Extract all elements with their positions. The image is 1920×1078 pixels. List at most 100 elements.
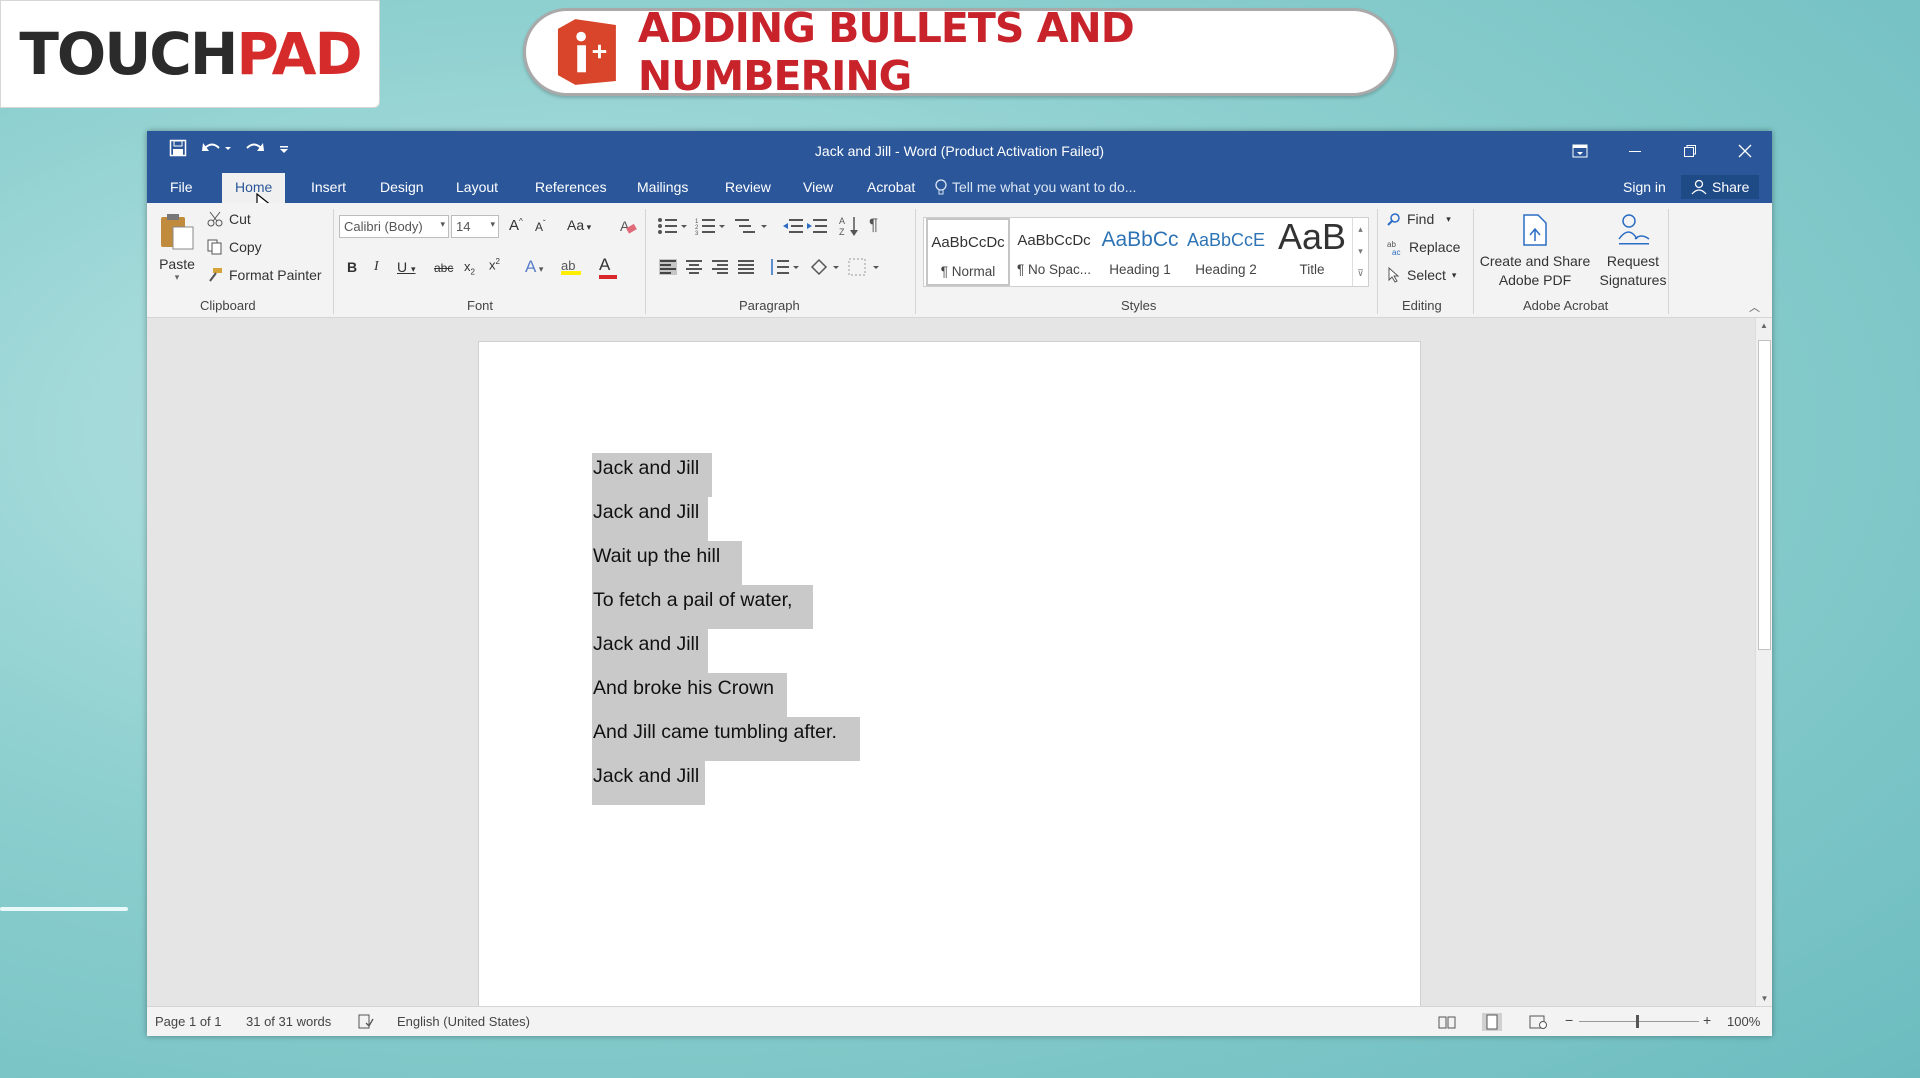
close-icon[interactable]	[1717, 131, 1772, 171]
tab-file[interactable]: File	[170, 179, 193, 195]
share-label: Share	[1712, 179, 1750, 195]
bullets-icon[interactable]	[657, 217, 687, 235]
numbering-icon[interactable]: 123	[695, 217, 725, 235]
document-line[interactable]: And broke his Crown	[592, 673, 787, 717]
document-title: Jack and Jill - Word (Product Activation…	[814, 143, 1105, 159]
document-line[interactable]: And Jill came tumbling after.	[592, 717, 860, 761]
document-line[interactable]: Jack and Jill	[592, 761, 705, 805]
align-left-icon[interactable]	[659, 259, 677, 275]
document-page[interactable]: Jack and Jill Jack and Jill Wait up the …	[478, 341, 1421, 1006]
request-signatures-button[interactable]: Request Signatures	[1593, 213, 1673, 290]
collapse-ribbon-icon[interactable]: ︿	[1749, 299, 1760, 315]
multilevel-list-icon[interactable]	[735, 217, 767, 235]
align-right-icon[interactable]	[711, 259, 729, 275]
ribbon-display-icon[interactable]	[1552, 131, 1607, 171]
highlight-button[interactable]: ab	[561, 257, 581, 275]
page-count[interactable]: Page 1 of 1	[155, 1014, 222, 1029]
grow-font-button[interactable]: A^	[509, 217, 523, 234]
format-painter-button[interactable]: Format Painter	[207, 267, 322, 283]
line-spacing-icon[interactable]	[769, 257, 799, 277]
lesson-title-banner: ADDING BULLETS AND NUMBERING	[523, 4, 1397, 100]
font-name-combo[interactable]: Calibri (Body) ▾	[339, 215, 449, 238]
print-layout-icon[interactable]	[1482, 1013, 1502, 1031]
tab-design[interactable]: Design	[380, 179, 424, 195]
subscript-button[interactable]: x2	[464, 259, 475, 277]
copy-icon	[207, 239, 222, 255]
cut-button[interactable]: Cut	[207, 211, 251, 227]
zoom-slider-thumb[interactable]	[1636, 1015, 1639, 1028]
replace-button[interactable]: ab ac Replace	[1387, 239, 1460, 255]
style-title[interactable]: AaB Title	[1270, 216, 1354, 286]
underline-button[interactable]: U ▾	[397, 259, 416, 275]
justify-icon[interactable]	[737, 259, 755, 275]
touchpad-logo: TOUCHPAD	[0, 0, 380, 108]
tab-review[interactable]: Review	[725, 179, 771, 195]
document-line[interactable]: Wait up the hill	[592, 541, 742, 585]
scroll-thumb[interactable]	[1758, 340, 1771, 650]
tab-view[interactable]: View	[803, 179, 833, 195]
pilcrow-icon[interactable]: ¶	[869, 215, 878, 235]
tab-mailings[interactable]: Mailings	[637, 179, 688, 195]
style-normal[interactable]: AaBbCcDc ¶ Normal	[926, 218, 1010, 286]
sign-in-link[interactable]: Sign in	[1623, 179, 1666, 195]
scroll-down-arrow[interactable]: ▼	[1756, 994, 1772, 1003]
align-center-icon[interactable]	[685, 259, 703, 275]
zoom-out-button[interactable]: −	[1565, 1012, 1573, 1028]
tab-references[interactable]: References	[535, 179, 607, 195]
find-button[interactable]: Find ▾	[1387, 211, 1451, 227]
tell-me-search[interactable]: Tell me what you want to do...	[952, 179, 1136, 195]
tab-insert[interactable]: Insert	[311, 179, 346, 195]
lesson-title: ADDING BULLETS AND NUMBERING	[637, 4, 1135, 100]
styles-scroll[interactable]: ▴ ▾ ⊽	[1352, 218, 1368, 286]
bold-button[interactable]: B	[347, 259, 357, 275]
paste-button[interactable]: Paste ▾	[157, 211, 197, 283]
minimize-icon[interactable]	[1607, 131, 1662, 171]
tab-layout[interactable]: Layout	[456, 179, 498, 195]
sort-icon[interactable]: AZ	[839, 215, 859, 237]
title-bar: Jack and Jill - Word (Product Activation…	[147, 131, 1772, 171]
zoom-level[interactable]: 100%	[1727, 1014, 1760, 1029]
style-heading-2[interactable]: AaBbCcE Heading 2	[1184, 218, 1268, 286]
create-share-pdf-button[interactable]: Create and Share Adobe PDF	[1479, 213, 1591, 290]
shrink-font-button[interactable]: Aˇ	[535, 219, 546, 234]
scroll-up-arrow[interactable]: ▲	[1756, 321, 1772, 330]
zoom-in-button[interactable]: +	[1703, 1012, 1711, 1028]
ribbon: Paste ▾ Cut Copy Format Painter Clipboar…	[147, 203, 1772, 318]
document-line[interactable]: To fetch a pail of water,	[592, 585, 813, 629]
read-mode-icon[interactable]	[1438, 1015, 1456, 1029]
word-count[interactable]: 31 of 31 words	[246, 1014, 331, 1029]
increase-indent-icon[interactable]	[807, 217, 827, 235]
decrease-indent-icon[interactable]	[783, 217, 803, 235]
styles-group-label: Styles	[1121, 298, 1157, 313]
shading-icon[interactable]	[809, 257, 839, 277]
clear-formatting-icon[interactable]: A	[619, 217, 637, 235]
paste-icon	[161, 214, 194, 250]
document-canvas: Jack and Jill Jack and Jill Wait up the …	[147, 318, 1772, 1006]
paragraph-group-label: Paragraph	[739, 298, 800, 313]
font-size-combo[interactable]: 14 ▾	[451, 215, 499, 238]
italic-button[interactable]: I	[374, 259, 379, 275]
vertical-scrollbar[interactable]: ▲ ▼	[1755, 318, 1772, 1006]
document-line[interactable]: Jack and Jill	[592, 629, 708, 673]
style-no-spacing[interactable]: AaBbCcDc ¶ No Spac...	[1012, 218, 1096, 286]
font-color-button[interactable]: A	[599, 255, 617, 279]
document-line[interactable]: Jack and Jill	[592, 453, 712, 497]
styles-gallery: AaBbCcDc ¶ Normal AaBbCcDc ¶ No Spac... Aa…	[923, 216, 1369, 287]
web-layout-icon[interactable]	[1529, 1015, 1547, 1029]
style-heading-1[interactable]: AaBbCc Heading 1	[1098, 218, 1182, 286]
strikethrough-button[interactable]: abc	[434, 261, 453, 275]
zoom-slider[interactable]	[1579, 1021, 1699, 1022]
proofing-icon[interactable]	[358, 1014, 374, 1029]
share-button[interactable]: Share	[1681, 175, 1760, 199]
superscript-button[interactable]: x2	[489, 257, 500, 272]
document-line[interactable]: Jack and Jill	[592, 497, 708, 541]
select-button[interactable]: Select ▾	[1387, 267, 1456, 283]
change-case-button[interactable]: Aa ▾	[567, 217, 591, 233]
restore-icon[interactable]	[1662, 131, 1717, 171]
borders-icon[interactable]	[847, 257, 879, 277]
copy-button[interactable]: Copy	[207, 239, 262, 255]
tab-acrobat[interactable]: Acrobat	[867, 179, 915, 195]
text-effects-button[interactable]: A ▾	[525, 257, 543, 277]
find-icon	[1387, 213, 1400, 226]
language-indicator[interactable]: English (United States)	[397, 1014, 530, 1029]
